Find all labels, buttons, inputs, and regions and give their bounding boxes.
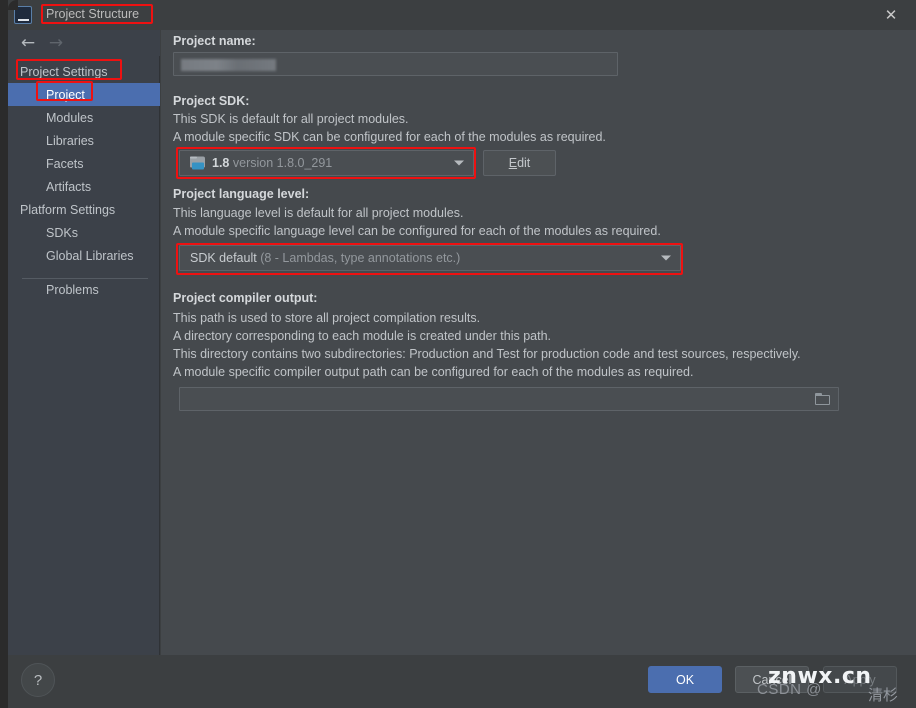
window-left-edge: [0, 0, 8, 708]
language-level-detail: (8 - Lambdas, type annotations etc.): [260, 251, 461, 265]
compiler-output-description-line-4: A module specific compiler output path c…: [173, 365, 694, 379]
sidebar-item-platform-settings[interactable]: Platform Settings: [8, 198, 160, 221]
sidebar-item-sdks[interactable]: SDKs: [8, 221, 160, 244]
help-button[interactable]: ?: [21, 663, 55, 697]
sdk-folder-icon: [190, 156, 206, 170]
chevron-down-icon: [454, 160, 464, 166]
dialog-title: Project Structure: [46, 7, 140, 21]
language-level-description-line-1: This language level is default for all p…: [173, 206, 464, 220]
sidebar-item-artifacts[interactable]: Artifacts: [8, 175, 160, 198]
project-name-redacted-value: [181, 59, 276, 71]
forward-arrow-icon[interactable]: →: [44, 32, 68, 54]
edit-button-mnemonic: E: [508, 156, 518, 170]
folder-browse-icon[interactable]: [815, 393, 830, 405]
language-level-combobox[interactable]: SDK default (8 - Lambdas, type annotatio…: [179, 245, 681, 271]
settings-sidebar: Project Settings Project Modules Librari…: [8, 30, 160, 655]
compiler-output-description-line-3: This directory contains two subdirectori…: [173, 347, 801, 361]
back-arrow-icon[interactable]: ←: [16, 32, 40, 54]
sidebar-item-project-settings[interactable]: Project Settings: [8, 60, 160, 83]
close-icon[interactable]: ✕: [868, 0, 914, 30]
compiler-output-description-line-1: This path is used to store all project c…: [173, 311, 481, 325]
dialog-footer: ? OK Cancel Apply: [8, 655, 916, 708]
project-sdk-version-name: 1.8: [212, 156, 230, 170]
language-level-description-line-2: A module specific language level can be …: [173, 224, 661, 238]
project-name-input[interactable]: [173, 52, 618, 76]
sidebar-item-facets[interactable]: Facets: [8, 152, 160, 175]
language-level-selected-value: SDK default (8 - Lambdas, type annotatio…: [190, 251, 460, 265]
project-structure-dialog: Project Structure ✕ ← → Project Settings…: [0, 0, 916, 708]
sidebar-item-global-libraries[interactable]: Global Libraries: [8, 244, 160, 267]
project-sdk-version-detail: version 1.8.0_291: [232, 156, 333, 170]
compiler-output-path-input[interactable]: [179, 387, 839, 411]
compiler-output-description-line-2: A directory corresponding to each module…: [173, 329, 551, 343]
chevron-down-icon: [661, 255, 671, 261]
sidebar-item-modules[interactable]: Modules: [8, 106, 160, 129]
sidebar-item-problems[interactable]: Problems: [8, 278, 160, 301]
project-sdk-description-line-1: This SDK is default for all project modu…: [173, 112, 409, 126]
cancel-button[interactable]: Cancel: [735, 666, 809, 693]
edit-sdk-button[interactable]: Edit: [483, 150, 556, 176]
sidebar-item-libraries[interactable]: Libraries: [8, 129, 160, 152]
project-sdk-label: Project SDK:: [173, 94, 250, 108]
dialog-titlebar: Project Structure ✕: [8, 0, 916, 30]
project-sdk-combobox[interactable]: 1.8 version 1.8.0_291: [179, 150, 474, 176]
apply-button: Apply: [823, 666, 897, 693]
ok-button[interactable]: OK: [648, 666, 722, 693]
language-level-name: SDK default: [190, 251, 257, 265]
project-sdk-description-line-2: A module specific SDK can be configured …: [173, 130, 606, 144]
language-level-label: Project language level:: [173, 187, 310, 201]
compiler-output-label: Project compiler output:: [173, 291, 318, 305]
project-name-label: Project name:: [173, 34, 256, 48]
project-sdk-selected-value: 1.8 version 1.8.0_291: [212, 156, 332, 170]
navigation-bar: ← →: [8, 30, 160, 56]
edit-button-label-rest: dit: [517, 156, 531, 170]
sidebar-item-project[interactable]: Project: [8, 83, 160, 106]
project-settings-panel: Project name: Project SDK: This SDK is d…: [161, 30, 916, 655]
